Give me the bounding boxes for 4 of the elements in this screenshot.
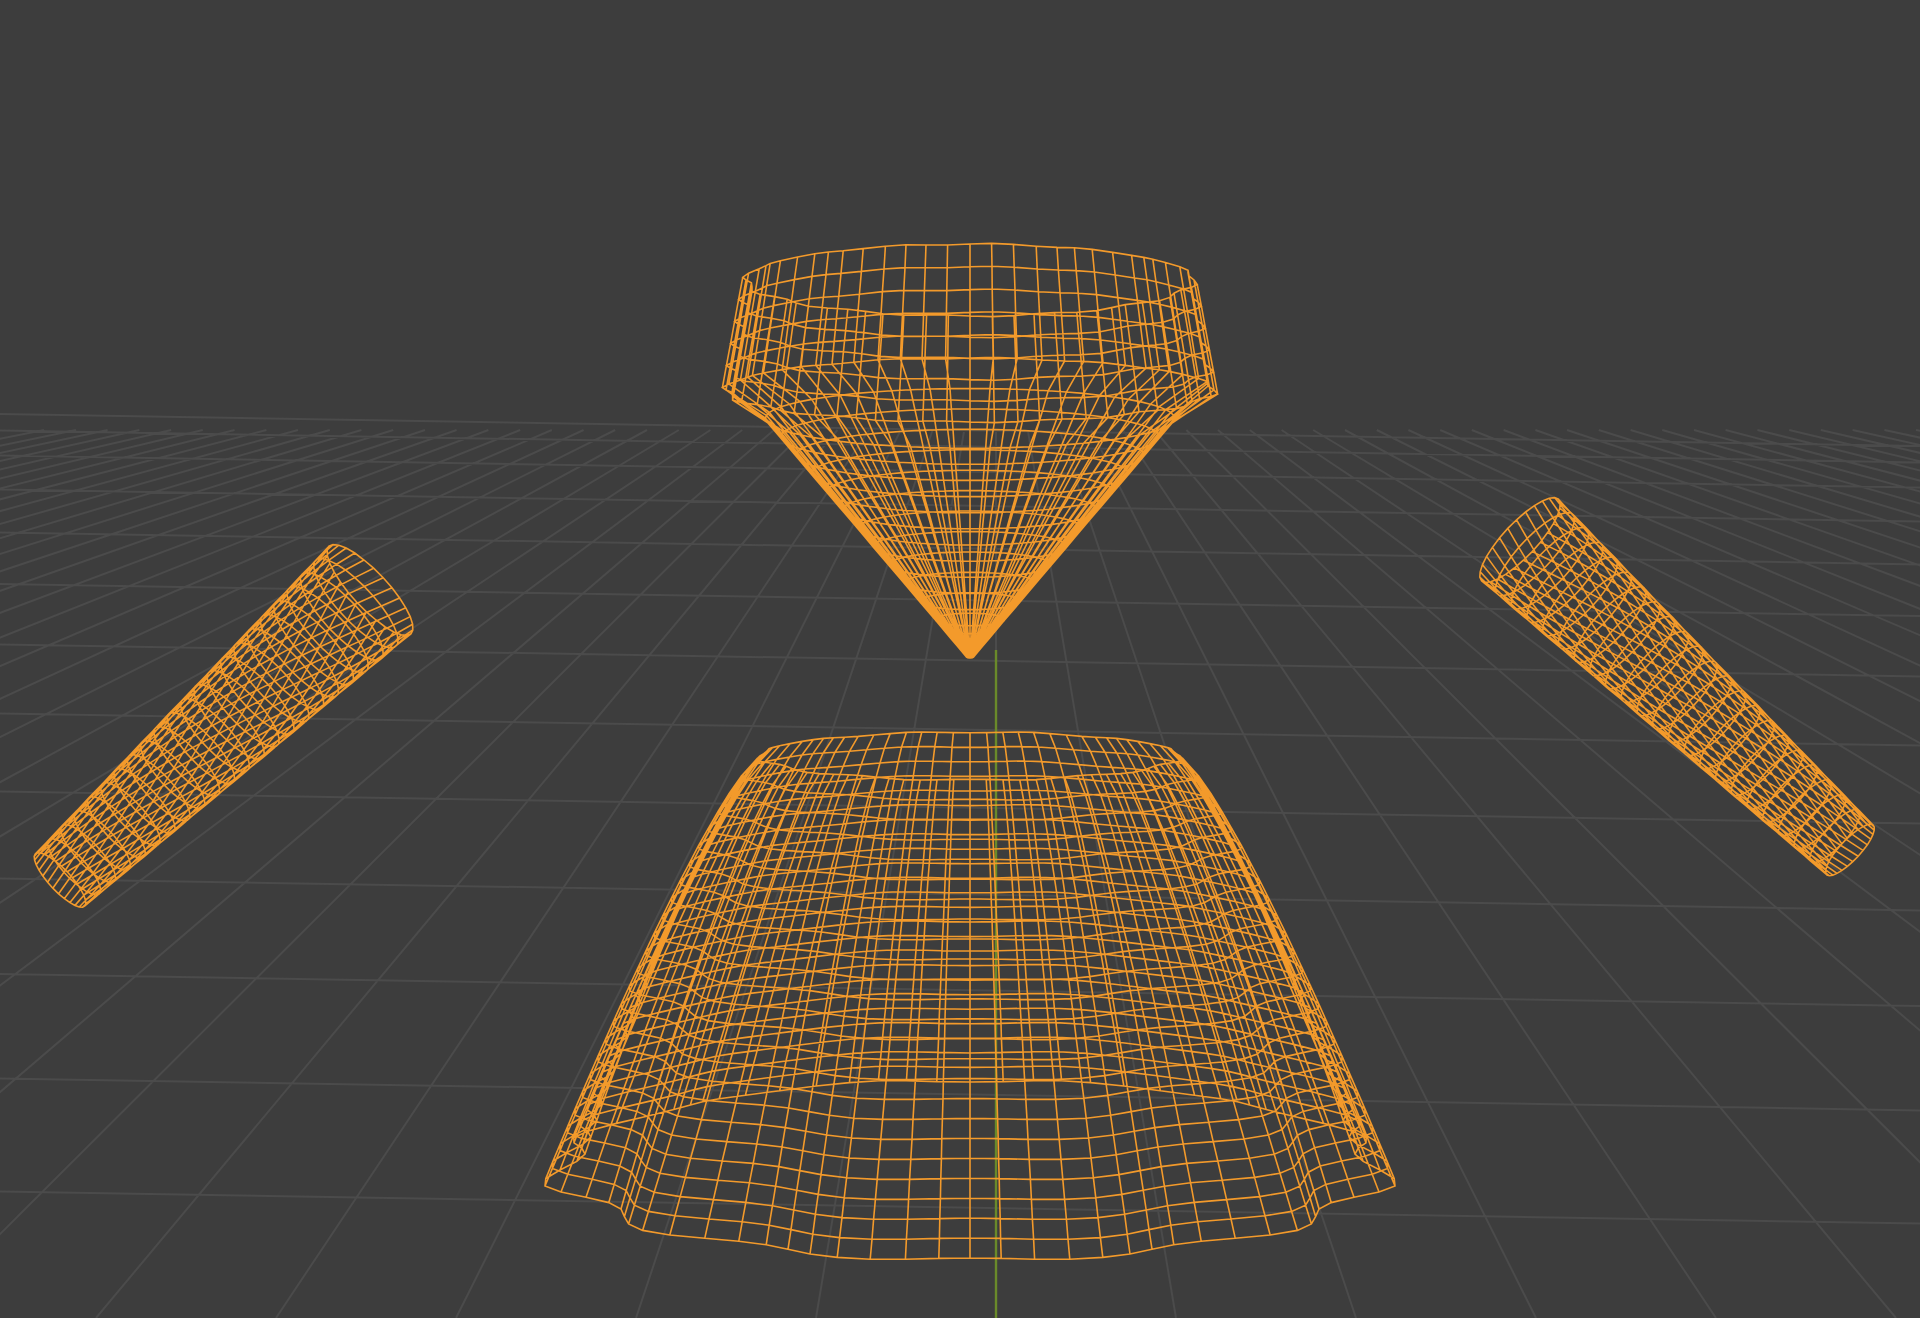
sleeve-wireframe-drawing[interactable] (1479, 496, 1875, 877)
skirt-wireframe-drawing[interactable] (544, 731, 1396, 1260)
sleeve-wireframe-drawing[interactable] (33, 543, 414, 908)
bodice-wireframe-drawing[interactable] (721, 242, 1219, 659)
